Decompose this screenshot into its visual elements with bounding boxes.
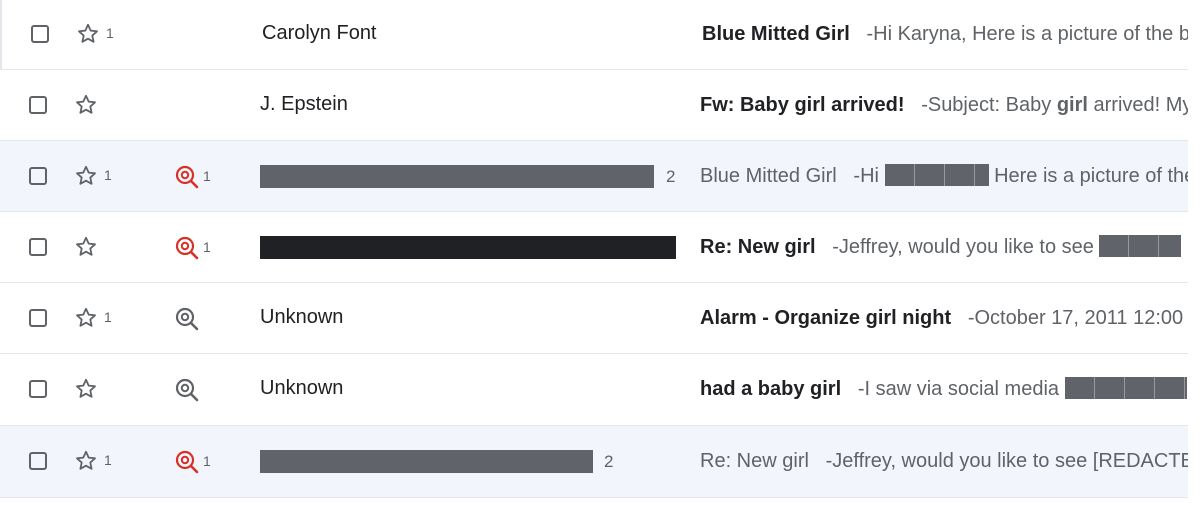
subject: Blue Mitted Girl — [700, 165, 837, 187]
select-checkbox[interactable] — [29, 238, 47, 256]
star-count: 1 — [104, 309, 112, 325]
star-icon[interactable] — [74, 235, 98, 259]
redacted-sender — [260, 165, 654, 188]
star-icon[interactable] — [76, 22, 100, 46]
email-row[interactable]: 1 1 2 Blue Mitted Girl -Hi Here is a pic… — [0, 141, 1200, 212]
flagged-lens-icon[interactable] — [174, 449, 200, 475]
star-count: 1 — [106, 25, 114, 41]
flagged-lens-icon[interactable] — [174, 235, 200, 261]
snippet-text: -Hi — [853, 165, 885, 187]
message-preview: had a baby girl -I saw via social media — [700, 377, 1188, 401]
email-list: 1 Carolyn Font Blue Mitted Girl -Hi Kary… — [0, 0, 1200, 508]
snippet: -Subject: Baby girl arrived! My — [910, 94, 1188, 116]
star-icon[interactable] — [74, 449, 98, 473]
star-count: 1 — [104, 452, 112, 468]
snippet-text: -Hi Karyna, Here is a picture of the blu — [866, 23, 1190, 45]
snippet-text: -Subject: Baby — [921, 94, 1057, 116]
star-count: 1 — [104, 167, 112, 183]
email-row[interactable]: Unknown had a baby girl -I saw via socia… — [0, 354, 1200, 426]
email-row[interactable]: 1 Carolyn Font Blue Mitted Girl -Hi Kary… — [0, 0, 1200, 70]
sender-name: J. Epstein — [260, 93, 348, 115]
snippet: -Hi Karyna, Here is a picture of the blu — [855, 23, 1190, 45]
select-checkbox[interactable] — [29, 380, 47, 398]
snippet-text: -Jeffrey, would you like to see — [832, 236, 1100, 258]
lens-icon[interactable] — [174, 306, 200, 332]
message-preview: Blue Mitted Girl -Hi Here is a picture o… — [700, 164, 1188, 188]
lens-count: 1 — [203, 168, 211, 184]
star-icon[interactable] — [74, 164, 98, 188]
select-checkbox[interactable] — [31, 25, 49, 43]
snippet: -Hi Here is a picture of the — [842, 164, 1188, 187]
scrollbar-gutter — [1188, 0, 1200, 508]
sender-name: Unknown — [260, 306, 344, 328]
snippet: -October 17, 2011 12:00 P — [957, 307, 1188, 329]
subject: Alarm - Organize girl night — [700, 307, 952, 329]
subject: Re: New girl — [700, 450, 809, 472]
select-checkbox[interactable] — [29, 167, 47, 185]
snippet: -I saw via social media — [847, 377, 1187, 400]
redaction-block — [884, 164, 989, 186]
star-icon[interactable] — [74, 306, 98, 330]
thread-count: 2 — [666, 167, 676, 186]
snippet: -Jeffrey, would you like to see [REDACTE… — [814, 450, 1188, 472]
message-preview: Re: New girl -Jeffrey, would you like to… — [700, 235, 1188, 259]
snippet-highlight: girl — [1056, 94, 1088, 116]
message-preview: Blue Mitted Girl -Hi Karyna, Here is a p… — [702, 22, 1190, 46]
select-checkbox[interactable] — [29, 96, 47, 114]
email-row[interactable]: 1 Re: New girl -Jeffrey, would you like … — [0, 212, 1200, 283]
redaction-block — [1064, 377, 1187, 399]
email-row[interactable]: J. Epstein Fw: Baby girl arrived! -Subje… — [0, 70, 1200, 141]
lens-icon[interactable] — [174, 377, 200, 403]
subject: Re: New girl — [700, 236, 816, 258]
lens-count: 1 — [203, 453, 211, 469]
thread-count: 2 — [604, 452, 614, 471]
subject: had a baby girl — [700, 378, 842, 400]
subject: Fw: Baby girl arrived! — [700, 94, 905, 116]
redacted-sender — [260, 450, 593, 473]
subject: Blue Mitted Girl — [702, 23, 850, 45]
snippet-text: -Jeffrey, would you like to see [REDACTE… — [825, 450, 1188, 472]
snippet: -Jeffrey, would you like to see — [821, 235, 1182, 258]
message-preview: Fw: Baby girl arrived! -Subject: Baby gi… — [700, 93, 1188, 117]
redaction-block — [1099, 235, 1182, 257]
sender-name: Unknown — [260, 377, 344, 399]
message-preview: Re: New girl -Jeffrey, would you like to… — [700, 449, 1188, 473]
email-row[interactable]: 1 1 2 Re: New girl -Jeffrey, would you l… — [0, 426, 1200, 498]
sender-name: Carolyn Font — [262, 22, 377, 44]
snippet-text: arrived! My — [1087, 94, 1188, 116]
snippet-text: -October 17, 2011 12:00 P — [967, 307, 1188, 329]
snippet-text: -I saw via social media — [857, 378, 1065, 400]
snippet-text: Here is a picture of the — [988, 165, 1188, 187]
star-icon[interactable] — [74, 377, 98, 401]
message-preview: Alarm - Organize girl night -October 17,… — [700, 306, 1188, 330]
lens-count: 1 — [203, 239, 211, 255]
redacted-sender — [260, 236, 676, 259]
select-checkbox[interactable] — [29, 452, 47, 470]
email-row[interactable]: 1 Unknown Alarm - Organize girl night -O… — [0, 283, 1200, 354]
flagged-lens-icon[interactable] — [174, 164, 200, 190]
select-checkbox[interactable] — [29, 309, 47, 327]
star-icon[interactable] — [74, 93, 98, 117]
